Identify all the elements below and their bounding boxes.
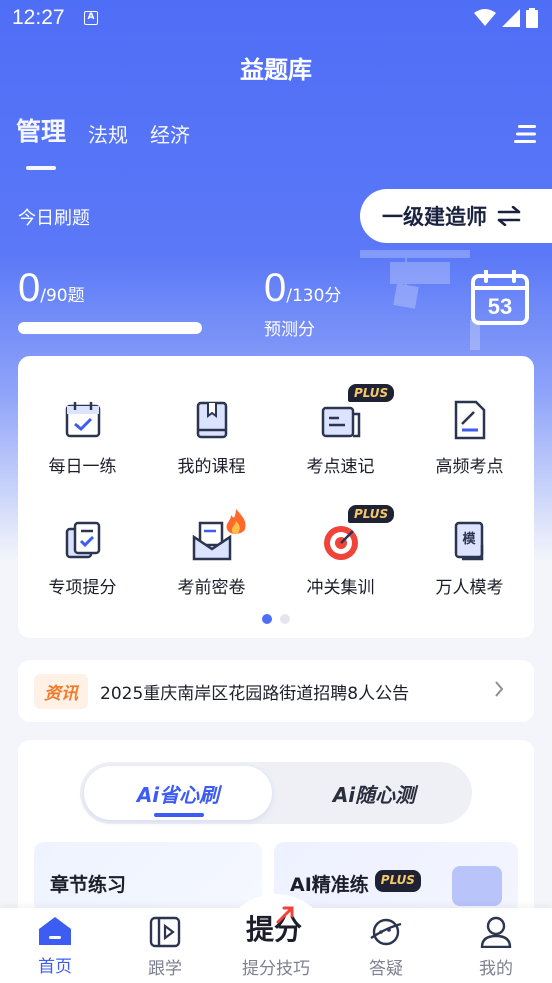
- calendar-day: 53: [488, 294, 512, 319]
- tool-key-points-notes[interactable]: PLUS 考点速记: [276, 384, 405, 477]
- tool-label: 我的课程: [177, 457, 246, 477]
- edit-doc-icon: [454, 400, 485, 440]
- page-dot[interactable]: [280, 614, 290, 624]
- tab-economics[interactable]: 经济: [150, 119, 190, 148]
- nav-qa[interactable]: 答疑: [336, 916, 436, 979]
- target-icon: [323, 526, 358, 560]
- today-practice-label: 今日刷题: [18, 208, 90, 229]
- tool-my-courses[interactable]: 我的课程: [147, 386, 276, 477]
- calendar-check-icon: [65, 402, 100, 438]
- nav-label: 答疑: [369, 959, 403, 979]
- status-bar: 12:27 A: [0, 0, 552, 40]
- nav-label: 我的: [479, 959, 513, 979]
- battery-icon: [526, 8, 538, 28]
- tab-ai-easy-practice[interactable]: Ai省心刷: [84, 766, 272, 820]
- tool-label: 高频考点: [435, 457, 504, 477]
- predicted-score-label: 预测分: [264, 320, 315, 340]
- tab-regulations[interactable]: 法规: [88, 119, 128, 148]
- nav-profile[interactable]: 我的: [446, 916, 546, 979]
- questions-done-count: 0: [18, 266, 41, 310]
- chapter-practice-card[interactable]: 章节练习: [34, 842, 262, 912]
- notes-icon: [321, 406, 360, 438]
- tools-card: 每日一练 我的课程 PLUS 考点速记 高频考点 专项提分 考前密卷 PLUS …: [18, 356, 534, 638]
- predicted-score-value: 0: [264, 266, 287, 310]
- tool-label: 专项提分: [48, 578, 117, 598]
- calendar-icon: 53: [471, 269, 529, 325]
- tool-mock-exam[interactable]: 模 万人模考: [405, 507, 534, 598]
- daily-progress-bar: [18, 322, 202, 334]
- menu-icon[interactable]: [514, 124, 536, 144]
- status-time: 12:27: [12, 6, 65, 29]
- exam-level-label: 一级建造师: [382, 205, 487, 229]
- news-bar[interactable]: 资讯 2025重庆南岸区花园路街道招聘8人公告: [18, 660, 534, 722]
- system-icons: [474, 8, 538, 28]
- planet-chat-icon: [370, 918, 402, 946]
- tool-label: 考点速记: [306, 457, 375, 477]
- signal-icon: [502, 9, 520, 27]
- tool-high-frequency-points[interactable]: 高频考点: [405, 386, 534, 477]
- book-icon: [196, 401, 227, 439]
- ai-mode-toggle: Ai省心刷 Ai随心测: [80, 762, 472, 824]
- tool-special-improvement[interactable]: 专项提分: [18, 507, 147, 598]
- predicted-score-total: /130分: [286, 286, 342, 306]
- questions-done-total: /90题: [40, 286, 85, 306]
- predicted-score: 0/130分: [264, 266, 341, 311]
- user-icon: [480, 916, 512, 948]
- app-title: 益题库: [240, 56, 312, 84]
- wifi-icon: [474, 9, 496, 26]
- home-icon: [39, 917, 71, 945]
- fire-icon: [226, 509, 246, 534]
- questions-done: 0/90题: [18, 266, 85, 311]
- video-course-icon: [149, 916, 181, 948]
- tool-label: 万人模考: [435, 578, 504, 598]
- swap-icon: [497, 206, 521, 226]
- chevron-right-icon: [495, 681, 504, 697]
- accessibility-notification-icon: A: [84, 11, 98, 25]
- nav-label: 跟学: [148, 959, 182, 979]
- nav-label: 首页: [38, 957, 72, 977]
- tool-label: 冲关集训: [306, 578, 375, 598]
- checklist-icon: [65, 521, 100, 559]
- mock-exam-icon: 模: [454, 521, 483, 561]
- illustration-decor: [360, 250, 480, 350]
- bottom-navigation: 首页 跟学 提分 提分技巧 答疑 我的: [0, 894, 552, 983]
- tool-pre-exam-papers[interactable]: 考前密卷: [147, 507, 276, 598]
- countdown-calendar[interactable]: 53: [470, 269, 530, 330]
- tool-label: 考前密卷: [177, 578, 246, 598]
- tab-ai-free-test[interactable]: Ai随心测: [280, 766, 468, 820]
- page-indicator: [18, 614, 534, 624]
- news-headline[interactable]: 2025重庆南岸区花园路街道招聘8人公告: [100, 679, 409, 704]
- tool-intensive-training[interactable]: PLUS 冲关集训: [276, 505, 405, 598]
- subject-tabs: 管理 法规 经济: [16, 112, 212, 170]
- chapter-practice-label: 章节练习: [50, 874, 127, 896]
- tools-grid: 每日一练 我的课程 PLUS 考点速记 高频考点 专项提分 考前密卷 PLUS …: [18, 384, 534, 598]
- page-dot-active[interactable]: [262, 614, 272, 624]
- ai-precision-practice-card[interactable]: AI精准练 PLUS: [274, 842, 518, 912]
- news-tag: 资讯: [34, 673, 88, 709]
- nav-follow-study[interactable]: 跟学: [115, 916, 215, 979]
- tool-daily-practice[interactable]: 每日一练: [18, 386, 147, 477]
- exam-level-switch[interactable]: 一级建造师: [360, 189, 552, 243]
- tool-label: 每日一练: [48, 457, 117, 477]
- ai-practice-panel: Ai省心刷 Ai随心测 章节练习 AI精准练 PLUS: [18, 740, 534, 912]
- tab-management[interactable]: 管理: [16, 112, 66, 170]
- ai-card-thumbnail: [452, 866, 502, 906]
- nav-label: 提分技巧: [242, 959, 310, 979]
- plus-badge: PLUS: [374, 870, 421, 892]
- svg-text:模: 模: [462, 531, 476, 547]
- nav-home[interactable]: 首页: [5, 916, 105, 977]
- upward-arrow-icon: [276, 906, 294, 924]
